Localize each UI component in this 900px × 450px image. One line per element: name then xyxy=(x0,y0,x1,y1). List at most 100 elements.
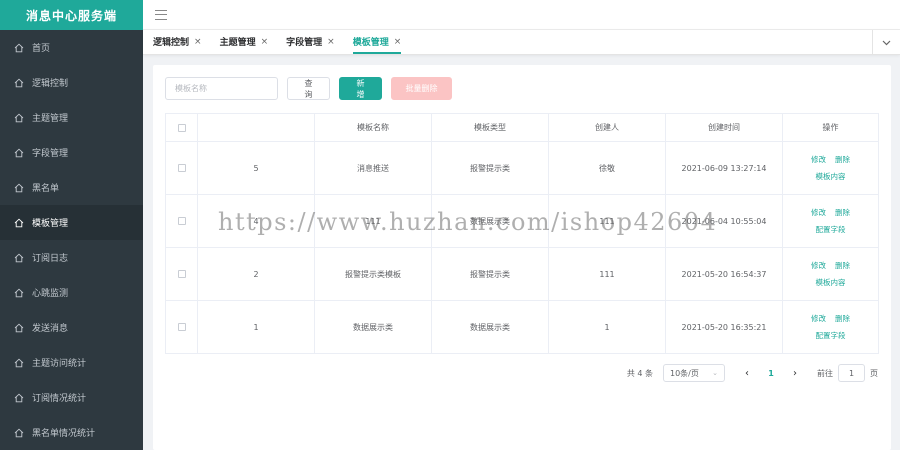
sidebar-item[interactable]: 模板管理 xyxy=(0,205,143,240)
id-cell: 2 xyxy=(197,247,315,301)
home-icon xyxy=(14,183,24,193)
creator-cell: 徐敬 xyxy=(548,141,666,195)
sidebar-item[interactable]: 心跳监测 xyxy=(0,275,143,310)
sidebar-item[interactable]: 字段管理 xyxy=(0,135,143,170)
row-checkbox[interactable] xyxy=(177,217,186,225)
sidebar-item[interactable]: 订阅情况统计 xyxy=(0,380,143,415)
delete-link[interactable]: 删除 xyxy=(835,155,850,164)
template-table: 模板名称 模板类型 创建人 创建时间 操作 5 消息推送 报警提示类 徐敬 2021-0… xyxy=(165,113,879,354)
column-header: 创建时间 xyxy=(665,113,783,142)
home-icon xyxy=(14,288,24,298)
close-icon[interactable]: × xyxy=(394,37,402,47)
row-checkbox[interactable] xyxy=(177,164,186,172)
select-all-checkbox[interactable] xyxy=(177,123,186,132)
column-header: 操作 xyxy=(782,113,879,142)
tab[interactable]: 模板管理 × xyxy=(344,29,411,54)
sidebar-item-label: 字段管理 xyxy=(32,149,69,159)
extra-action-link[interactable]: 配置字段 xyxy=(816,332,846,340)
edit-link[interactable]: 修改 xyxy=(811,208,826,217)
next-page-button[interactable]: › xyxy=(783,368,807,379)
creator-cell: 111 xyxy=(548,247,666,301)
sidebar: 消息中心服务端 首页 逻辑控制 主题管理 字段管理 黑名单 模板管理 订阅日志 心跳监测 发送消… xyxy=(0,0,143,450)
delete-link[interactable]: 删除 xyxy=(835,261,850,270)
row-select-cell xyxy=(165,247,198,301)
edit-link[interactable]: 修改 xyxy=(811,155,826,164)
template-type-cell: 数据展示类 xyxy=(431,300,549,354)
delete-link[interactable]: 删除 xyxy=(835,314,850,323)
close-icon[interactable]: × xyxy=(194,37,202,47)
sidebar-item-label: 模板管理 xyxy=(32,219,69,229)
sidebar-item[interactable]: 主题管理 xyxy=(0,100,143,135)
row-checkbox[interactable] xyxy=(177,323,186,331)
sidebar-item-label: 订阅情况统计 xyxy=(32,394,87,404)
home-icon xyxy=(14,358,24,368)
sidebar-item-label: 黑名单 xyxy=(32,184,60,194)
extra-action-link[interactable]: 模板内容 xyxy=(816,173,846,181)
template-name-input[interactable] xyxy=(165,77,278,100)
page-size-select[interactable]: 10条/页 ⌄ xyxy=(663,364,725,382)
creator-cell: 1 xyxy=(548,300,666,354)
query-button[interactable]: 查询 xyxy=(287,77,330,100)
goto-label: 前往 xyxy=(817,368,833,378)
delete-link[interactable]: 删除 xyxy=(835,208,850,217)
prev-page-button[interactable]: ‹ xyxy=(735,368,759,379)
home-icon xyxy=(14,218,24,228)
home-icon xyxy=(14,113,24,123)
sidebar-item-label: 主题管理 xyxy=(32,114,69,124)
tab-label: 字段管理 xyxy=(286,38,323,48)
goto-page-input[interactable] xyxy=(838,364,865,382)
table-row: 4 111 数据展示类 111 2021-06-04 10:55:04 修改 删除 配置字段 xyxy=(165,194,879,248)
tab-label: 模板管理 xyxy=(352,38,389,48)
add-button[interactable]: 新增 xyxy=(339,77,382,100)
top-bar xyxy=(143,0,900,30)
table-row: 5 消息推送 报警提示类 徐敬 2021-06-09 13:27:14 修改 删除 模板内容 xyxy=(165,141,879,195)
chevron-down-icon: ⌄ xyxy=(712,369,718,377)
sidebar-item[interactable]: 订阅日志 xyxy=(0,240,143,275)
extra-action-link[interactable]: 配置字段 xyxy=(816,226,846,234)
actions-cell: 修改 删除配置字段 xyxy=(782,300,879,354)
sidebar-item[interactable]: 黑名单 xyxy=(0,170,143,205)
sidebar-item[interactable]: 黑名单情况统计 xyxy=(0,415,143,450)
tab[interactable]: 主题管理 × xyxy=(211,29,278,54)
page-size-value: 10条/页 xyxy=(670,368,699,378)
row-checkbox[interactable] xyxy=(177,270,186,278)
close-icon[interactable]: × xyxy=(261,37,269,47)
goto-suffix: 页 xyxy=(870,368,878,378)
sidebar-item-label: 订阅日志 xyxy=(32,254,69,264)
edit-link[interactable]: 修改 xyxy=(811,261,826,270)
home-icon xyxy=(14,253,24,263)
extra-action-link[interactable]: 模板内容 xyxy=(816,279,846,287)
sidebar-item[interactable]: 首页 xyxy=(0,30,143,65)
content-panel: 查询 新增 批量删除 模板名称 模板类型 创建人 创建时间 操作 5消息推送报警… xyxy=(153,65,891,450)
template-name-cell: 报警提示类模板 xyxy=(314,247,432,301)
template-name-cell: 消息推送 xyxy=(314,141,432,195)
table-row: 2 报警提示类模板 报警提示类 111 2021-05-20 16:54:37 修改 删除模… xyxy=(165,247,879,301)
tab[interactable]: 字段管理 × xyxy=(277,29,344,54)
tab[interactable]: 逻辑控制 × xyxy=(144,29,211,54)
batch-delete-button[interactable]: 批量删除 xyxy=(391,77,452,100)
column-header: 模板类型 xyxy=(431,113,549,142)
sidebar-item-label: 主题访问统计 xyxy=(32,359,87,369)
sidebar-menu: 首页逻辑控制主题管理字段管理黑名单模板管理订阅日志心跳监测 发送消息主题访问统计订… xyxy=(0,30,143,450)
edit-link[interactable]: 修改 xyxy=(811,314,826,323)
close-icon[interactable]: × xyxy=(327,37,335,47)
home-icon xyxy=(14,43,24,53)
page-number[interactable]: 1 xyxy=(759,369,783,378)
sidebar-item[interactable]: 主题访问统计 xyxy=(0,345,143,380)
sidebar-item[interactable]: 逻辑控制 xyxy=(0,65,143,100)
chevron-down-icon[interactable] xyxy=(872,30,900,55)
id-cell: 4 xyxy=(197,194,315,248)
created-time-cell: 2021-05-20 16:35:21 xyxy=(665,300,783,354)
tabs-bar: 逻辑控制 × 主题管理 × 字段管理 × 模板管理 × xyxy=(143,30,900,55)
actions-cell: 修改 删除模板内容 xyxy=(782,247,879,301)
column-header: 模板名称 xyxy=(314,113,432,142)
menu-toggle-icon[interactable] xyxy=(155,9,167,20)
sidebar-item[interactable]: 发送消息 xyxy=(0,310,143,345)
column-header: 创建人 xyxy=(548,113,666,142)
tab-label: 逻辑控制 xyxy=(153,38,190,48)
table-header: 模板名称 模板类型 创建人 创建时间 操作 xyxy=(165,113,879,142)
tab-label: 主题管理 xyxy=(219,38,256,48)
sidebar-item-label: 黑名单情况统计 xyxy=(32,429,96,439)
home-icon xyxy=(14,323,24,333)
sidebar-item-label: 首页 xyxy=(32,44,51,54)
